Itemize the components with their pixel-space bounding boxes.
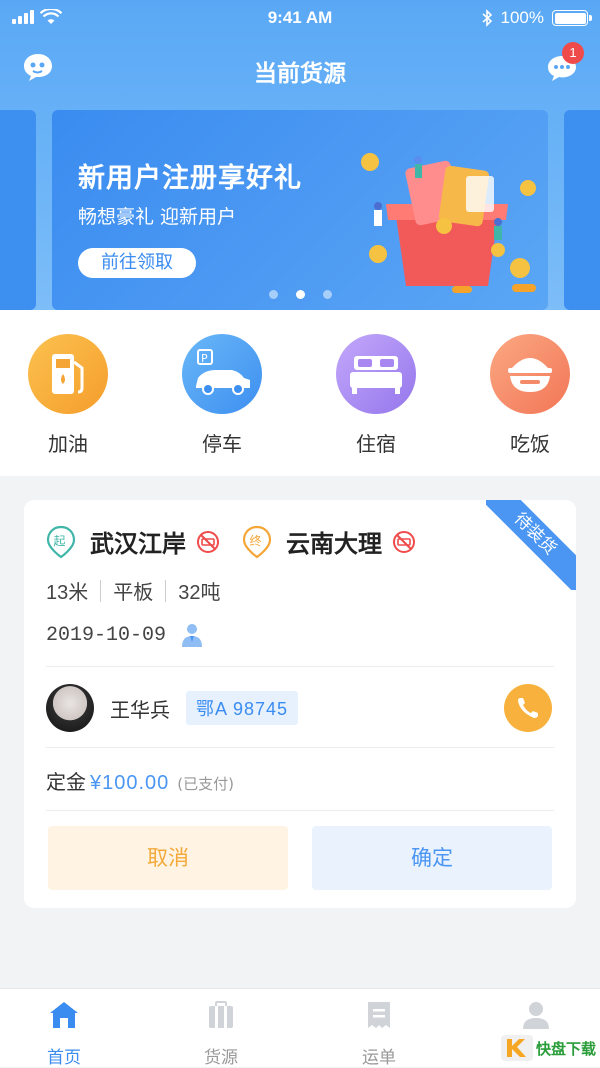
service-gas[interactable]: 加油 [23,334,113,457]
service-label-parking: 停车 [202,432,242,456]
home-icon [50,1002,78,1028]
date-row: 2019-10-09 [46,622,204,648]
spec-divider [100,579,102,602]
confirm-button[interactable]: 确定 [312,826,552,890]
banner-subtitle: 畅想豪礼 迎新用户 [78,206,237,228]
service-label-dining: 吃饭 [510,432,550,456]
cancel-button[interactable]: 取消 [48,826,288,890]
person-icon [182,624,203,647]
phone-icon [518,698,538,718]
order-status: 待装货 [486,500,576,590]
truck-type: 平板 [113,582,154,604]
tab-label-home: 首页 [47,1048,81,1068]
no-truck-icon [197,530,219,553]
spec-divider [165,579,167,602]
gas-station-icon [28,334,108,414]
tab-cargo[interactable]: 货源 [181,999,261,1068]
route-row: 起 武汉江岸 终 云南大理 [46,524,438,559]
gift-box-illustration [361,153,536,293]
nav-bar: 当前货源 1 [0,42,600,92]
cargo-icon [209,1001,233,1028]
destination-city: 云南大理 [286,530,382,558]
battery-percent: 100% [500,8,544,27]
status-bar: 9:41 AM 100% [0,0,600,36]
tab-label-cargo: 货源 [204,1048,238,1068]
watermark-text: 快盘下载 [535,1039,596,1058]
banner-next-slide[interactable] [564,110,600,310]
page-title: 当前货源 [254,61,346,87]
service-shortcuts: 加油 P 停车 住宿 吃饭 [0,310,600,476]
banner-title: 新用户注册享好礼 [78,163,302,194]
battery-icon [552,10,592,26]
status-ribbon: 待装货 [486,500,576,590]
cargo-weight: 32吨 [178,582,221,604]
food-bowl-icon [490,334,570,414]
deposit-amount: ¥100.00 [90,772,170,794]
banner-claim-button[interactable]: 前往领取 [78,248,196,278]
banner-dot[interactable] [322,290,332,299]
license-plate: 鄂A 98745 [186,691,299,725]
truck-specs: 13米 平板 32吨 [46,576,221,605]
destination-tag: 终 [250,533,262,548]
card-divider [46,810,554,811]
order-card[interactable]: 待装货 起 武汉江岸 终 云南大理 13米 平板 32吨 2019-10-09 … [24,500,576,908]
destination-pin-icon: 终 [242,525,272,558]
service-dining[interactable]: 吃饭 [485,334,575,457]
service-lodging[interactable]: 住宿 [331,334,421,457]
banner-dot[interactable] [268,290,278,299]
bluetooth-icon [481,9,492,27]
tab-label-waybill: 运单 [362,1048,396,1068]
banner-dot-active[interactable] [295,290,305,299]
profile-icon [523,1002,549,1029]
call-driver-button[interactable] [504,684,552,732]
promo-banner[interactable]: 新用户注册享好礼 畅想豪礼 迎新用户 前往领取 [52,110,548,310]
no-truck-icon [393,530,415,553]
waybill-icon [368,1002,390,1028]
banner-pagination [0,290,600,299]
watermark-k-icon [500,1035,533,1061]
watermark-logo: 快盘下载 [500,1035,596,1061]
driver-row: 王华兵 鄂A 98745 [46,682,554,734]
origin-pin-icon: 起 [46,525,76,558]
svg-text:P: P [201,352,208,365]
deposit-label: 定金 [46,770,86,794]
message-badge: 1 [562,42,584,64]
origin-city: 武汉江岸 [90,530,186,558]
service-parking[interactable]: P 停车 [177,334,267,457]
deposit-status: (已支付) [177,775,235,793]
bed-icon [336,334,416,414]
tab-bar: 首页 货源 运单 快盘下载 [0,988,600,1068]
driver-avatar[interactable] [46,684,94,732]
service-label-gas: 加油 [48,432,88,456]
driver-name: 王华兵 [110,697,170,722]
car-parking-icon: P [182,334,262,414]
tab-waybill[interactable]: 运单 [339,999,419,1068]
truck-length: 13米 [46,582,89,604]
load-date: 2019-10-09 [46,623,167,647]
deposit-row: 定金 ¥100.00 (已支付) [46,766,234,795]
banner-prev-slide[interactable] [0,110,36,310]
service-label-lodging: 住宿 [356,432,396,456]
card-divider [46,666,554,667]
origin-tag: 起 [54,534,66,548]
card-divider [46,747,554,748]
tab-home[interactable]: 首页 [24,999,104,1068]
